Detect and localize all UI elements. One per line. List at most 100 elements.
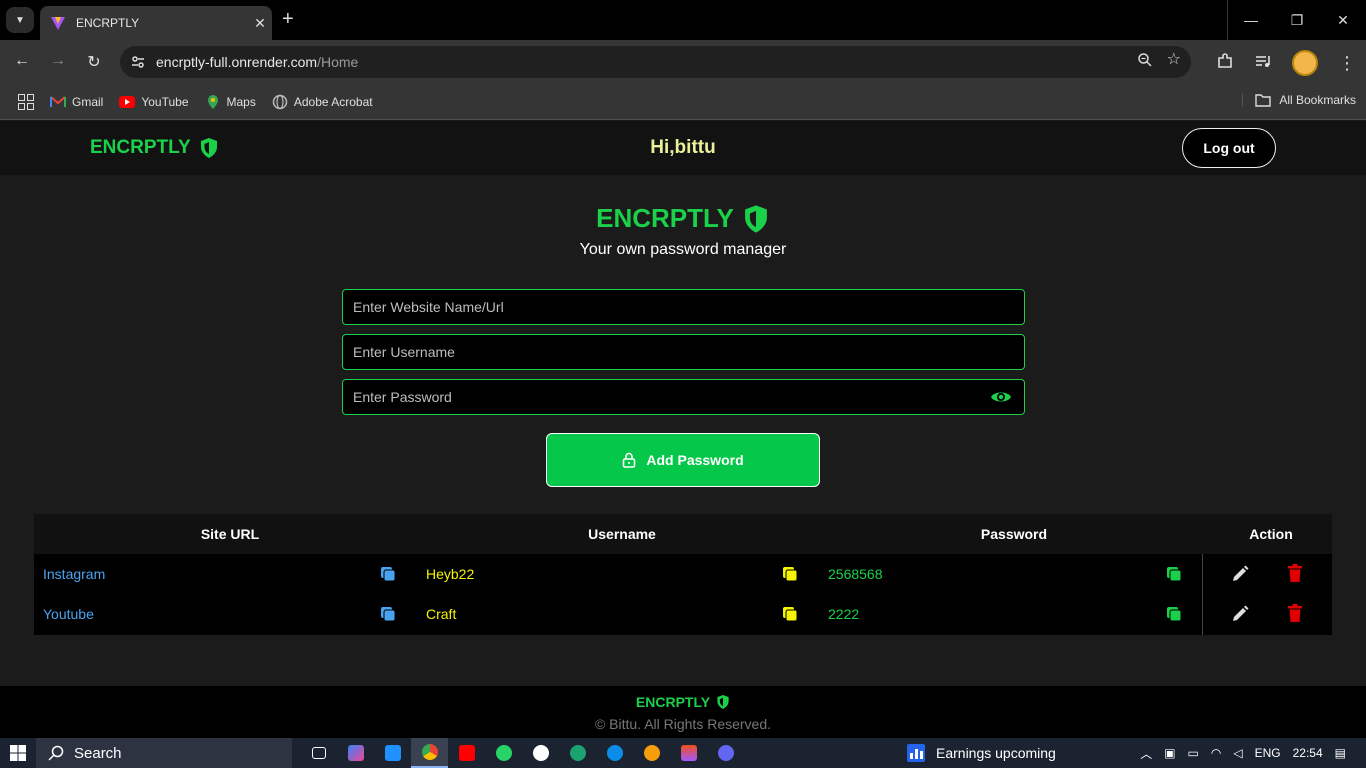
all-bookmarks-button[interactable]: All Bookmarks — [1242, 93, 1356, 107]
table-row: Instagram Heyb22 2568568 — [34, 554, 1332, 594]
copy-site-icon[interactable] — [380, 606, 396, 622]
tab-close-icon[interactable]: ✕ — [248, 15, 272, 32]
shield-icon — [717, 695, 729, 709]
password-field[interactable] — [342, 379, 1025, 415]
tab-search-button[interactable]: ▼ — [6, 7, 34, 33]
logout-button[interactable]: Log out — [1182, 128, 1276, 168]
site-link[interactable]: Youtube — [43, 606, 94, 622]
restore-button[interactable]: ❐ — [1274, 0, 1320, 40]
bookmark-label: Maps — [226, 94, 256, 109]
table-header: Site URL Username Password Action — [34, 514, 1332, 554]
copy-username-icon[interactable] — [782, 566, 798, 582]
copy-site-icon[interactable] — [380, 566, 396, 582]
browser-toolbar: ← → ↻ encrptly-full.onrender.com/Home ☆ … — [0, 40, 1366, 84]
copilot-icon[interactable] — [337, 738, 374, 768]
apps-grid-icon[interactable] — [18, 93, 34, 110]
chrome-icon[interactable] — [411, 738, 448, 768]
username-field[interactable] — [342, 334, 1025, 370]
vscode-icon[interactable] — [374, 738, 411, 768]
zoom-icon[interactable] — [1137, 52, 1153, 73]
reload-icon[interactable]: ↻ — [84, 52, 104, 72]
windows-start-icon[interactable] — [0, 745, 36, 761]
battery-icon[interactable]: ▭ — [1188, 746, 1199, 760]
news-widget[interactable]: Earnings upcoming — [906, 738, 1056, 768]
edge-dev-icon[interactable] — [559, 738, 596, 768]
extensions-icon[interactable] — [1216, 52, 1234, 75]
copy-password-icon[interactable] — [1166, 606, 1182, 622]
shield-icon — [744, 204, 767, 233]
web-page: ENCRPTLY Hi,bittu Log out ENCRPTLY Your … — [0, 121, 1366, 738]
footer-brand: ENCRPTLY — [0, 694, 1366, 710]
new-tab-button[interactable]: + — [282, 9, 294, 29]
site-info-icon[interactable] — [120, 54, 156, 70]
bookmark-adobe-acrobat[interactable]: Adobe Acrobat — [272, 94, 373, 110]
add-password-label: Add Password — [646, 452, 744, 468]
header-username: Username — [588, 526, 656, 542]
rewards-icon[interactable] — [633, 738, 670, 768]
camera-icon[interactable]: ▣ — [1164, 746, 1175, 760]
add-password-button[interactable]: Add Password — [546, 433, 820, 487]
back-arrow-icon[interactable]: ← — [12, 52, 32, 70]
user-greeting: Hi,bittu — [650, 137, 716, 158]
browser-tabbar: ▼ ENCRPTLY ✕ + — ❐ ✕ — [0, 0, 1366, 40]
password-input[interactable] — [343, 380, 1024, 414]
gmail-icon — [50, 95, 66, 107]
site-link[interactable]: Instagram — [43, 566, 105, 582]
copy-username-icon[interactable] — [782, 606, 798, 622]
youtube-app-icon[interactable] — [448, 738, 485, 768]
windows-taskbar: Search Earnings upcoming ︿ ▣ ▭ ◠ ◁ ENG 2… — [0, 738, 1366, 768]
username-value: Craft — [426, 606, 457, 622]
chevron-up-icon[interactable]: ︿ — [1140, 745, 1152, 762]
bookmark-youtube[interactable]: YouTube — [119, 95, 189, 109]
copy-password-icon[interactable] — [1166, 566, 1182, 582]
edit-pencil-icon[interactable] — [1231, 565, 1249, 583]
app-footer: ENCRPTLY © Bittu. All Rights Reserved. — [0, 686, 1366, 738]
volume-icon[interactable]: ◁ — [1233, 746, 1242, 760]
search-icon — [48, 745, 64, 761]
forward-arrow-icon[interactable]: → — [48, 52, 68, 70]
delete-trash-icon[interactable] — [1287, 564, 1303, 583]
system-tray: ︿ ▣ ▭ ◠ ◁ ENG 22:54 ▤ — [1140, 738, 1366, 768]
bookmark-label: Adobe Acrobat — [293, 94, 373, 109]
tab-title: ENCRPTLY — [76, 16, 140, 30]
show-password-eye-icon[interactable] — [990, 389, 1012, 405]
bookmark-gmail[interactable]: Gmail — [50, 95, 103, 109]
menu-kebab-icon[interactable]: ⋮ — [1338, 54, 1356, 72]
passwords-table: Site URL Username Password Action Instag… — [34, 514, 1332, 635]
delete-trash-icon[interactable] — [1287, 604, 1303, 623]
globe-icon — [272, 94, 288, 109]
minimize-button[interactable]: — — [1228, 0, 1274, 40]
folder-icon — [1255, 94, 1272, 107]
browser-tab[interactable]: ENCRPTLY ✕ — [40, 6, 272, 40]
close-window-button[interactable]: ✕ — [1320, 0, 1366, 40]
header-action: Action — [1249, 526, 1293, 542]
username-value: Heyb22 — [426, 566, 475, 582]
whatsapp-icon[interactable] — [485, 738, 522, 768]
bookmark-star-icon[interactable]: ☆ — [1167, 52, 1181, 73]
wifi-icon[interactable]: ◠ — [1211, 746, 1221, 760]
clock[interactable]: 22:54 — [1293, 746, 1323, 760]
profile-avatar[interactable] — [1292, 50, 1318, 76]
figma-icon[interactable] — [670, 738, 707, 768]
notifications-icon[interactable]: ▤ — [1335, 746, 1346, 760]
language-indicator[interactable]: ENG — [1255, 746, 1281, 760]
all-bookmarks-label: All Bookmarks — [1279, 93, 1356, 107]
footer-copyright: © Bittu. All Rights Reserved. — [594, 716, 772, 732]
taskbar-search[interactable]: Search — [36, 738, 292, 768]
youtube-icon — [119, 95, 136, 108]
footer-brand-text: ENCRPTLY — [635, 694, 711, 710]
media-queue-icon[interactable] — [1254, 52, 1272, 75]
stocks-chart-icon — [907, 744, 925, 762]
app-icon[interactable] — [707, 738, 744, 768]
edit-pencil-icon[interactable] — [1231, 605, 1249, 623]
edge-icon[interactable] — [596, 738, 633, 768]
bookmark-maps[interactable]: Maps — [205, 94, 256, 110]
address-bar[interactable]: encrptly-full.onrender.com/Home ☆ — [120, 46, 1191, 78]
site-url-field[interactable] — [342, 289, 1025, 325]
github-icon[interactable] — [522, 738, 559, 768]
username-input[interactable] — [343, 335, 1024, 369]
url-path: /Home — [317, 54, 359, 70]
bookmark-label: Gmail — [72, 94, 104, 109]
site-url-input[interactable] — [343, 290, 1024, 324]
task-view-icon[interactable] — [300, 738, 337, 768]
